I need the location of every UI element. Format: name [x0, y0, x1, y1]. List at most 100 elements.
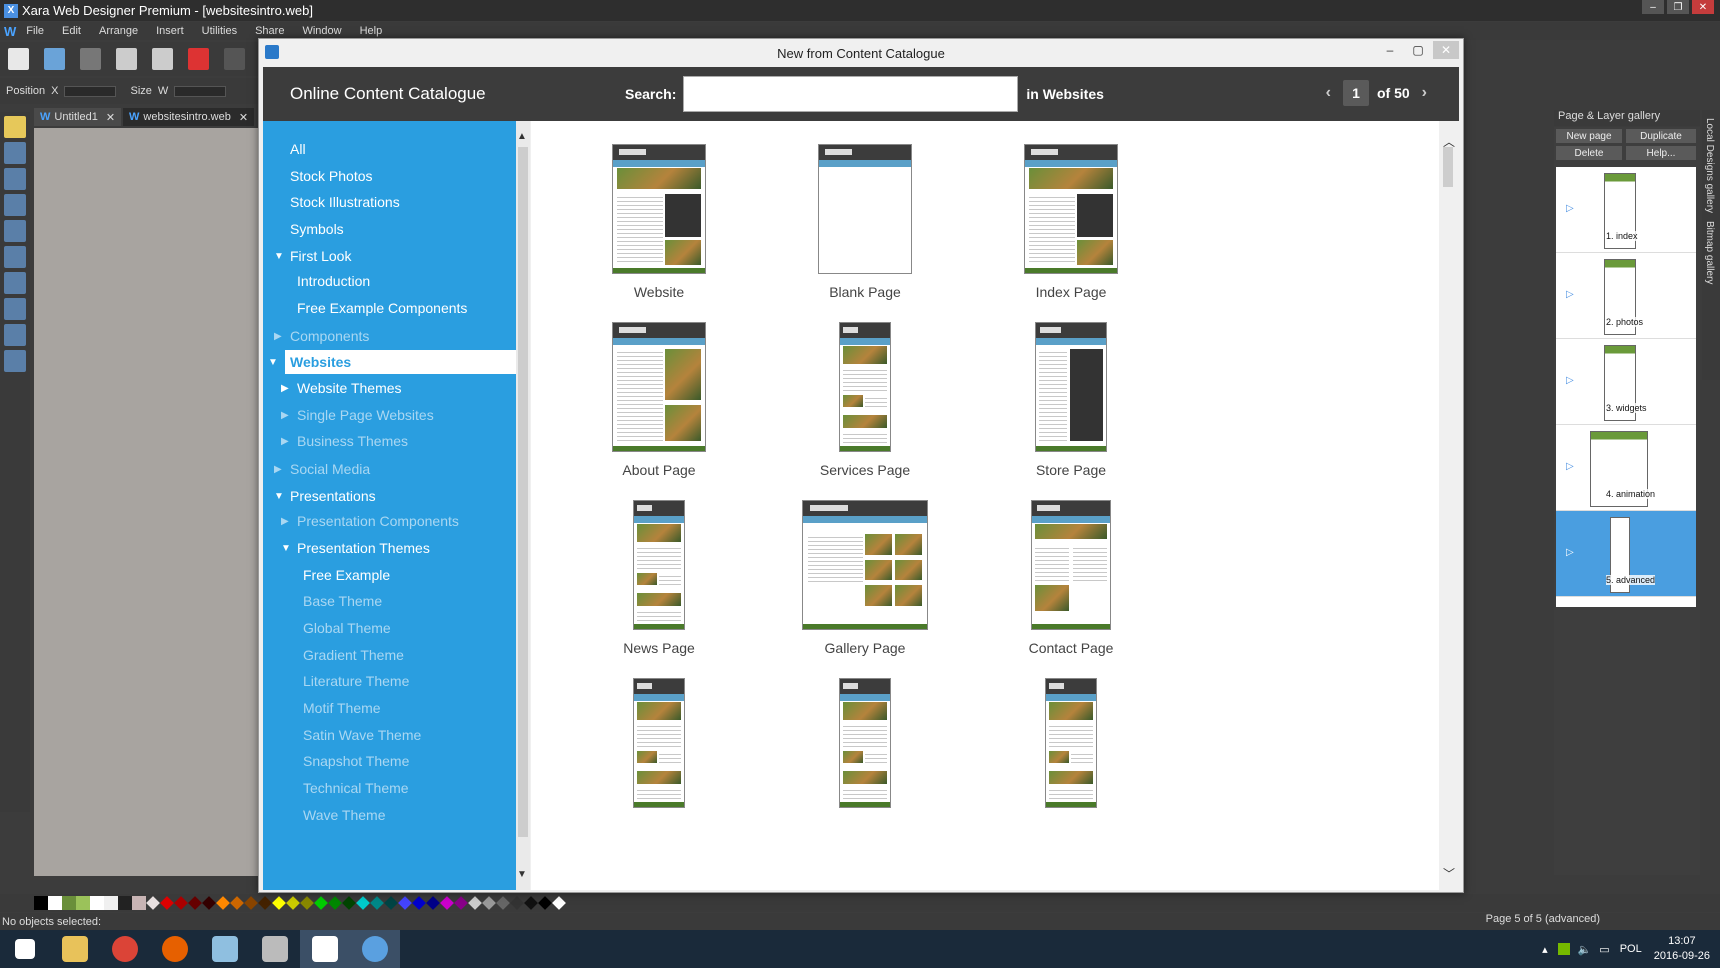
- color-swatch[interactable]: [454, 896, 468, 910]
- nav-item-single-page-websites[interactable]: ▶ Single Page Websites: [263, 403, 516, 427]
- catalogue-item-about-page[interactable]: About Page: [559, 299, 759, 479]
- freehand-tool-icon[interactable]: [4, 168, 26, 190]
- color-swatch[interactable]: [258, 896, 272, 910]
- volume-icon[interactable]: 🔈: [1578, 943, 1592, 956]
- collapse-triangle-icon[interactable]: ▼: [274, 251, 284, 262]
- copy-icon[interactable]: [116, 48, 137, 70]
- color-swatch[interactable]: [412, 896, 426, 910]
- collapse-triangle-icon[interactable]: ▼: [281, 543, 291, 554]
- catalogue-item-services-page[interactable]: Services Page: [765, 299, 965, 479]
- nav-item-presentation-components[interactable]: ▶ Presentation Components: [263, 509, 516, 533]
- page-item-selected[interactable]: ▷ 5. advanced: [1556, 511, 1696, 597]
- color-swatch[interactable]: [132, 896, 146, 910]
- nav-item-websites[interactable]: ▼ Websites: [268, 350, 516, 374]
- catalogue-item-index-page[interactable]: Index Page: [971, 121, 1171, 301]
- color-swatch[interactable]: [90, 896, 104, 910]
- taskbar-xara[interactable]: [350, 930, 400, 968]
- text-tool-icon[interactable]: [4, 220, 26, 242]
- catalogue-item-news-page[interactable]: News Page: [559, 477, 759, 657]
- close-icon[interactable]: ✕: [1692, 0, 1714, 14]
- color-swatch[interactable]: [482, 896, 496, 910]
- maximize-icon[interactable]: ▢: [1405, 41, 1431, 59]
- catalogue-item-blank-page[interactable]: Blank Page: [765, 121, 965, 301]
- color-swatch[interactable]: [496, 896, 510, 910]
- maximize-icon[interactable]: ❐: [1667, 0, 1689, 14]
- menu-help[interactable]: Help: [360, 25, 383, 37]
- nav-item-business-themes[interactable]: ▶ Business Themes: [263, 429, 516, 453]
- nav-item-wave-theme[interactable]: Wave Theme: [263, 803, 516, 827]
- color-swatch[interactable]: [272, 896, 286, 910]
- menu-arrange[interactable]: Arrange: [99, 25, 138, 37]
- doc-tab-untitled[interactable]: W Untitled1 ✕: [34, 108, 122, 126]
- bitmap-gallery-tab[interactable]: Bitmap gallery: [1704, 221, 1715, 284]
- expand-icon[interactable]: ▷: [1566, 547, 1574, 558]
- color-swatch[interactable]: [146, 896, 160, 910]
- color-swatch[interactable]: [160, 896, 174, 910]
- close-tab-icon[interactable]: ✕: [106, 111, 115, 124]
- duplicate-button[interactable]: Duplicate: [1626, 129, 1696, 143]
- help-button[interactable]: Help...: [1626, 146, 1696, 160]
- color-swatch[interactable]: [510, 896, 524, 910]
- color-swatch[interactable]: [328, 896, 342, 910]
- collapse-triangle-icon[interactable]: ▼: [274, 491, 284, 502]
- minimize-icon[interactable]: –: [1642, 0, 1664, 14]
- prev-page-icon[interactable]: ‹: [1326, 84, 1331, 102]
- scroll-up-icon[interactable]: ▲: [517, 131, 527, 142]
- color-swatch[interactable]: [440, 896, 454, 910]
- sidebar-scrollbar[interactable]: ▲ ▼: [516, 121, 530, 890]
- menu-utilities[interactable]: Utilities: [202, 25, 237, 37]
- close-tab-icon[interactable]: ✕: [239, 111, 248, 124]
- color-swatch[interactable]: [468, 896, 482, 910]
- color-swatch[interactable]: [342, 896, 356, 910]
- menu-edit[interactable]: Edit: [62, 25, 81, 37]
- transparency-tool-icon[interactable]: [4, 272, 26, 294]
- expand-triangle-icon[interactable]: ▶: [281, 410, 289, 421]
- nav-item-literature-theme[interactable]: Literature Theme: [263, 669, 516, 693]
- undo-icon[interactable]: [224, 48, 245, 70]
- color-swatch[interactable]: [524, 896, 538, 910]
- catalogue-item-website[interactable]: Website: [559, 121, 759, 301]
- new-page-button[interactable]: New page: [1556, 129, 1622, 143]
- x-field[interactable]: [64, 85, 117, 97]
- color-swatch[interactable]: [426, 896, 440, 910]
- next-page-icon[interactable]: ›: [1422, 84, 1427, 102]
- scroll-down-icon[interactable]: ▼: [517, 869, 527, 880]
- doc-tab-websitesintro[interactable]: W websitesintro.web ✕: [123, 108, 255, 126]
- page-item[interactable]: ▷ 1. index: [1556, 167, 1696, 253]
- taskbar-notepad[interactable]: [200, 930, 250, 968]
- nav-item-free-example[interactable]: Free Example: [263, 563, 516, 587]
- search-input[interactable]: [683, 76, 1019, 112]
- delete-icon[interactable]: [188, 48, 209, 70]
- save-icon[interactable]: [80, 48, 101, 70]
- color-swatch[interactable]: [216, 896, 230, 910]
- nav-item-base-theme[interactable]: Base Theme: [263, 589, 516, 613]
- color-swatch[interactable]: [244, 896, 258, 910]
- color-swatch[interactable]: [34, 896, 48, 910]
- nav-item-presentation-themes[interactable]: ▼ Presentation Themes: [263, 536, 516, 560]
- expand-icon[interactable]: ▷: [1566, 461, 1574, 472]
- color-swatch[interactable]: [370, 896, 384, 910]
- menu-share[interactable]: Share: [255, 25, 284, 37]
- minimize-icon[interactable]: –: [1377, 41, 1403, 59]
- color-swatch[interactable]: [384, 896, 398, 910]
- tray-up-icon[interactable]: ▴: [1542, 943, 1548, 956]
- delete-button[interactable]: Delete: [1556, 146, 1622, 160]
- taskbar-explorer[interactable]: [50, 930, 100, 968]
- catalogue-item-gallery-page[interactable]: Gallery Page: [765, 477, 965, 657]
- color-swatch[interactable]: [202, 896, 216, 910]
- color-swatch[interactable]: [398, 896, 412, 910]
- network-icon[interactable]: ▭: [1599, 943, 1609, 956]
- color-swatch[interactable]: [230, 896, 244, 910]
- nav-item-global-theme[interactable]: Global Theme: [263, 616, 516, 640]
- color-swatch[interactable]: [552, 896, 566, 910]
- catalogue-item-partial-10[interactable]: [765, 655, 965, 835]
- open-icon[interactable]: [44, 48, 65, 70]
- local-designs-tab[interactable]: Local Designs gallery: [1704, 118, 1715, 213]
- w-field[interactable]: [174, 85, 227, 97]
- nav-item-stock-photos[interactable]: Stock Photos: [263, 164, 516, 188]
- new-document-icon[interactable]: [8, 48, 29, 70]
- nav-item-snapshot-theme[interactable]: Snapshot Theme: [263, 749, 516, 773]
- nvidia-icon[interactable]: [1557, 943, 1570, 955]
- nav-item-presentations[interactable]: ▼ Presentations: [263, 484, 516, 508]
- color-swatch[interactable]: [314, 896, 328, 910]
